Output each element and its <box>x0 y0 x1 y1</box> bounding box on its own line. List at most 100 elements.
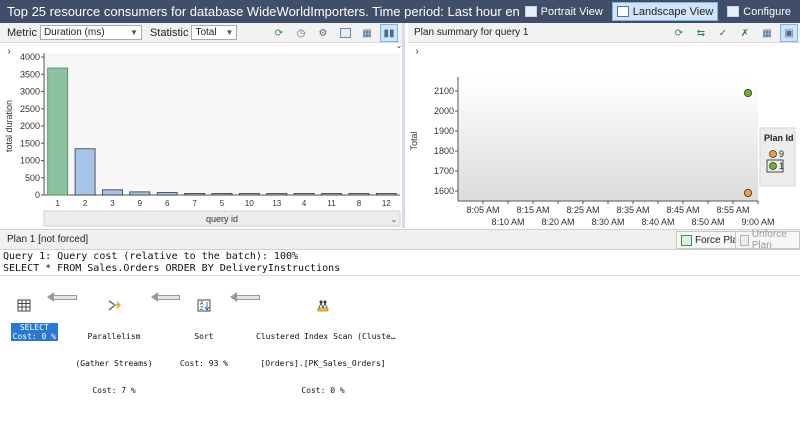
view-plan-chart-button[interactable]: ▣ <box>780 24 798 42</box>
refresh-icon: ⟳ <box>674 27 684 39</box>
x-tick-label: 9:00 AM <box>741 217 774 227</box>
legend-title: Plan Id <box>764 133 794 143</box>
clustered-index-scan-icon <box>317 300 329 312</box>
x-tick-label: 11 <box>327 199 336 208</box>
bar-chart: 0 500 1000 1500 2000 2500 3000 3500 4000 total du… <box>4 52 401 227</box>
x-axis-label: query id <box>206 214 238 224</box>
chevron-down-icon: ▼ <box>130 28 138 37</box>
bar-chart-icon: ▮▮ <box>383 27 395 39</box>
x-tick-label: 1 <box>55 199 60 208</box>
view-table-button[interactable]: ▦ <box>358 24 376 42</box>
x-tick-label: 8:30 AM <box>591 217 624 227</box>
plan-summary-toolbar: Plan summary for query 1 ⟳ ⇆ ✓ ✗ ▦ ▣ <box>408 23 800 43</box>
title-bar: Top 25 resource consumers for database W… <box>0 0 800 23</box>
svg-text:Z: Z <box>200 306 204 312</box>
query-separator <box>0 275 800 276</box>
operator-sort[interactable]: A Z Sort Cost: 93 % <box>178 281 230 377</box>
table-icon: ▦ <box>762 27 772 39</box>
landscape-view-button[interactable]: Landscape View <box>611 2 719 21</box>
x-tick-label: 6 <box>165 199 170 208</box>
x-tick-label: 8:15 AM <box>516 205 549 215</box>
x-tick-label: 7 <box>192 199 197 208</box>
operator-scan-cost: Cost: 0 % <box>301 386 345 395</box>
y-axis-label: Total <box>409 131 419 150</box>
plan-bar: Plan 1 [not forced] Force Plan Unforce P… <box>0 229 800 251</box>
flow-arrow <box>151 292 180 302</box>
x-tick-label: 2 <box>83 199 88 208</box>
y-tick-label: 1900 <box>434 126 454 136</box>
x-tick-label: 13 <box>272 199 281 208</box>
legend-marker-9 <box>769 150 777 158</box>
track-query-button[interactable]: ◷ <box>292 24 310 42</box>
unforce-plan-icon <box>740 234 749 246</box>
view-plan-table-button[interactable]: ▦ <box>758 24 776 42</box>
y-tick-label: 1500 <box>20 138 40 148</box>
x-tick-label: 8:10 AM <box>491 217 524 227</box>
y-tick-label: 3000 <box>20 87 40 97</box>
table-icon: ▦ <box>362 27 372 39</box>
legend-label: 1 <box>779 161 784 171</box>
operator-parallelism-sub: (Gather Streams) <box>75 359 153 368</box>
query-sql-line: SELECT * FROM Sales.Orders ORDER BY Deli… <box>3 263 341 274</box>
plan-status-label: Plan 1 [not forced] <box>7 234 89 245</box>
force-plan-toolbar-button[interactable]: ✓ <box>714 24 732 42</box>
metric-select[interactable]: Duration (ms) ▼ <box>39 25 142 40</box>
scatter-chart-icon: ▣ <box>784 27 794 39</box>
y-tick-label: 1800 <box>434 146 454 156</box>
force-icon: ✓ <box>718 27 728 39</box>
clock-icon: ◷ <box>296 27 306 39</box>
x-tick-label: 8:25 AM <box>566 205 599 215</box>
statistic-select[interactable]: Total ▼ <box>191 25 238 40</box>
x-tick-label: 10 <box>245 199 254 208</box>
bar-query-13 <box>266 193 288 196</box>
window-title: Top 25 resource consumers for database W… <box>7 4 520 19</box>
grid-icon <box>339 28 351 38</box>
y-tick-label: 2000 <box>20 121 40 131</box>
refresh-plans-button[interactable]: ⟳ <box>670 24 688 42</box>
x-tick-label: 8:35 AM <box>616 205 649 215</box>
view-grid-button[interactable] <box>336 24 354 42</box>
chevron-down-icon: ⌄ <box>391 215 398 224</box>
operator-parallelism-cost: Cost: 7 % <box>92 386 136 395</box>
metric-value: Duration (ms) <box>43 27 105 38</box>
bar-query-4 <box>293 193 315 196</box>
bar-query-6 <box>156 192 178 196</box>
configure-button[interactable]: Configure <box>722 2 796 21</box>
refresh-button[interactable]: ⟳ <box>270 24 288 42</box>
portrait-view-button[interactable]: Portrait View <box>520 2 608 21</box>
force-plan-icon <box>681 234 692 246</box>
statistic-label: Statistic <box>149 26 189 39</box>
bar-query-11 <box>321 193 342 196</box>
y-tick-label: 2000 <box>434 106 454 116</box>
operator-parallelism[interactable]: Parallelism (Gather Streams) Cost: 7 % <box>74 281 154 404</box>
compare-plans-button[interactable]: ⇆ <box>692 24 710 42</box>
unforce-plan-button[interactable]: Unforce Plan <box>735 229 800 251</box>
scatter-chart: Total 1600 1700 1800 1900 2000 2100 8:05 AM 8:15… <box>409 77 796 227</box>
point-plan-9 <box>743 188 752 197</box>
view-query-plan-button[interactable]: ⚙ <box>314 24 332 42</box>
x-tick-label: 8:45 AM <box>666 205 699 215</box>
x-tick-label: 8:05 AM <box>466 205 499 215</box>
plan-summary-title: Plan summary for query 1 <box>414 27 529 38</box>
sort-icon: A Z <box>197 299 211 312</box>
operator-clustered-index-scan[interactable]: Clustered Index Scan (Cluste… [Orders].[… <box>256 281 396 404</box>
bar-query-2 <box>74 148 96 196</box>
operator-scan-sub: [Orders].[PK_Sales_Orders] <box>260 359 386 368</box>
landscape-view-icon <box>616 6 629 17</box>
unforce-plan-label: Unforce Plan <box>751 229 787 251</box>
configure-label: Configure <box>743 5 791 18</box>
bar-query-10 <box>238 193 260 196</box>
x-tick-label: 8:40 AM <box>641 217 674 227</box>
y-tick-label: 1700 <box>434 166 454 176</box>
portrait-view-icon <box>524 6 537 17</box>
operator-sort-cost: Cost: 93 % <box>179 359 229 368</box>
point-plan-1 <box>743 89 752 98</box>
operator-select[interactable]: SELECT Cost: 0 % <box>1 281 58 341</box>
unforce-plan-toolbar-button[interactable]: ✗ <box>736 24 754 42</box>
bar-query-1 <box>47 67 69 196</box>
y-tick-label: 1600 <box>434 186 454 196</box>
operator-scan-name: Clustered Index Scan (Cluste… <box>256 332 396 341</box>
y-tick-label: 1000 <box>20 156 40 166</box>
portrait-view-label: Portrait View <box>540 5 603 18</box>
query-text[interactable]: Query 1: Query cost (relative to the bat… <box>3 251 340 275</box>
